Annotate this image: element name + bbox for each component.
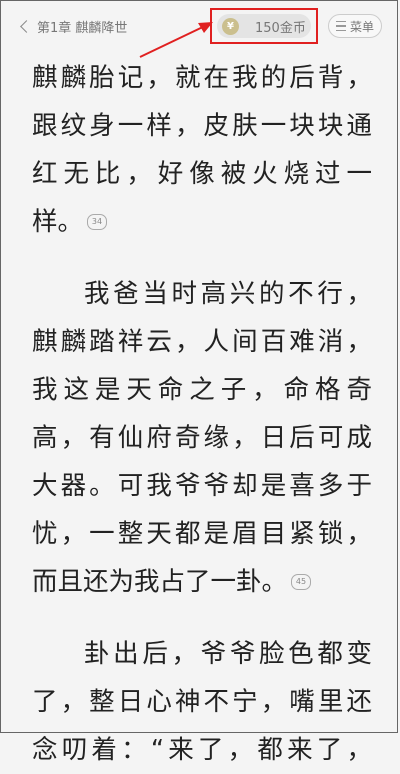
text-line: 大器。可我爷爷却是喜多于 bbox=[32, 471, 376, 501]
text-line: 而且还为我占了一卦。 45 bbox=[32, 558, 372, 606]
coins-highlight-box: ¥ 150金币 bbox=[210, 8, 318, 44]
paragraph-1: 麒麟胎记，就在我的后背， 跟纹身一样，皮肤一块块通 红无比，好像被火烧过一 样。… bbox=[32, 54, 372, 246]
text-line: 了，整日心神不宁，嘴里还 bbox=[32, 687, 376, 717]
text-line: 麒麟踏祥云，人间百难消， bbox=[32, 327, 376, 357]
chapter-title: 第1章 麒麟降世 bbox=[37, 20, 128, 36]
back-button[interactable]: 第1章 麒麟降世 bbox=[20, 13, 128, 39]
menu-icon bbox=[335, 21, 346, 31]
comment-count-badge[interactable]: 45 bbox=[291, 574, 312, 590]
coin-icon: ¥ bbox=[222, 17, 239, 35]
text-line: 我爸当时高兴的不行， bbox=[84, 279, 376, 309]
text-line: 我这是天命之子，命格奇 bbox=[32, 375, 378, 405]
text-line: 跟纹身一样，皮肤一块块通 bbox=[32, 111, 376, 141]
top-bar: 第1章 麒麟降世 ¥ 150金币 菜单 bbox=[0, 0, 400, 52]
menu-label: 菜单 bbox=[349, 19, 374, 34]
text-line: 忧，一整天都是眉目紧锁， bbox=[32, 519, 376, 549]
text-line: 红无比，好像被火烧过一 bbox=[32, 159, 378, 189]
chevron-left-icon bbox=[20, 20, 33, 33]
coins-button[interactable]: ¥ 150金币 bbox=[217, 14, 311, 38]
text-line: 高，有仙府奇缘，日后可成 bbox=[32, 423, 376, 453]
paragraph-3: 卦出后，爷爷脸色都变 了，整日心神不宁，嘴里还 念叨着：“来了，都来了， bbox=[32, 630, 372, 774]
text-line: 麒麟胎记，就在我的后背， bbox=[32, 63, 376, 93]
menu-button[interactable]: 菜单 bbox=[328, 14, 382, 38]
coins-label: 150金币 bbox=[255, 20, 306, 36]
chapter-content: 麒麟胎记，就在我的后背， 跟纹身一样，皮肤一块块通 红无比，好像被火烧过一 样。… bbox=[32, 54, 372, 774]
paragraph-2: 我爸当时高兴的不行， 麒麟踏祥云，人间百难消， 我这是天命之子，命格奇 高，有仙… bbox=[32, 270, 372, 606]
comment-count-badge[interactable]: 34 bbox=[87, 214, 108, 230]
text-line: 念叨着：“来了，都来了， bbox=[32, 735, 377, 765]
text-line: 样。 34 bbox=[32, 198, 372, 246]
text-line: 卦出后，爷爷脸色都变 bbox=[84, 639, 376, 669]
